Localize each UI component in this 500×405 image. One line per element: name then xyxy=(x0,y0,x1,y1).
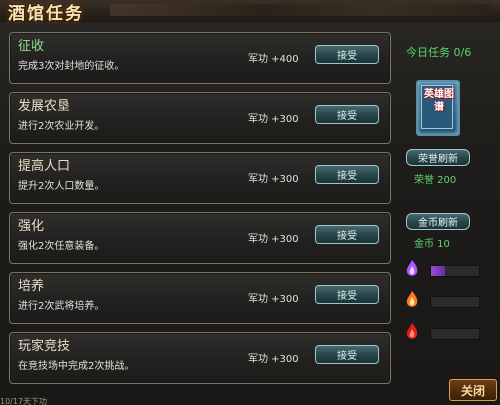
task-reward: 军功 +300 xyxy=(248,234,299,245)
task-description: 完成3次对封地的征收。 xyxy=(18,61,125,72)
hero-catalog-button[interactable]: 英雄图谱 xyxy=(416,80,460,136)
task-panel: 提高人口 提升2次人口数量。 军功 +300 接受 xyxy=(9,152,391,204)
tavern-task-window: 酒馆任务 征收 完成3次对封地的征收。 军功 +400 接受 发展农垦 进行2次… xyxy=(0,0,500,405)
task-name: 征收 xyxy=(18,39,45,54)
task-name: 玩家竞技 xyxy=(18,339,71,354)
task-description: 提升2次人口数量。 xyxy=(18,181,105,192)
task-panel: 征收 完成3次对封地的征收。 军功 +400 接受 xyxy=(9,32,391,84)
accept-button[interactable]: 接受 xyxy=(315,45,379,64)
task-name: 强化 xyxy=(18,219,45,234)
purple-resource-bar xyxy=(430,265,480,277)
honor-value: 荣誉 200 xyxy=(414,175,457,186)
task-description: 强化2次任意装备。 xyxy=(18,241,105,252)
purple-resource-fill xyxy=(431,266,446,276)
sidebar: 今日任务 0/6 英雄图谱 荣誉刷新 荣誉 200 金币刷新 金币 10 xyxy=(392,22,500,405)
orange-flame-icon xyxy=(406,291,418,307)
accept-button[interactable]: 接受 xyxy=(315,105,379,124)
task-description: 进行2次农业开发。 xyxy=(18,121,105,132)
daily-task-counter: 今日任务 0/6 xyxy=(406,46,472,59)
title-decoration xyxy=(110,4,490,16)
hero-catalog-label: 英雄图谱 xyxy=(424,89,454,113)
task-panel: 强化 强化2次任意装备。 军功 +300 接受 xyxy=(9,212,391,264)
task-description: 进行2次武将培养。 xyxy=(18,301,105,312)
gold-refresh-button[interactable]: 金币刷新 xyxy=(406,213,470,230)
purple-flame-resource xyxy=(402,258,482,280)
task-panel: 玩家竞技 在竞技场中完成2次挑战。 军功 +300 接受 xyxy=(9,332,391,384)
task-description: 在竞技场中完成2次挑战。 xyxy=(18,361,135,372)
task-name: 发展农垦 xyxy=(18,99,71,114)
status-text: 10/17天下功 xyxy=(0,397,48,405)
honor-refresh-button[interactable]: 荣誉刷新 xyxy=(406,149,470,166)
task-reward: 军功 +300 xyxy=(248,174,299,185)
window-title: 酒馆任务 xyxy=(8,4,84,24)
gold-value: 金币 10 xyxy=(414,239,450,250)
hero-catalog-icon: 英雄图谱 xyxy=(421,85,454,129)
accept-button[interactable]: 接受 xyxy=(315,285,379,304)
accept-button[interactable]: 接受 xyxy=(315,345,379,364)
title-bar: 酒馆任务 xyxy=(0,0,500,24)
accept-button[interactable]: 接受 xyxy=(315,225,379,244)
red-flame-resource xyxy=(402,321,482,343)
task-panel: 培养 进行2次武将培养。 军功 +300 接受 xyxy=(9,272,391,324)
red-resource-bar xyxy=(430,328,480,340)
purple-flame-icon xyxy=(406,260,418,276)
task-reward: 军功 +300 xyxy=(248,114,299,125)
orange-flame-resource xyxy=(402,289,482,311)
orange-resource-bar xyxy=(430,296,480,308)
red-flame-icon xyxy=(406,323,418,339)
task-reward: 军功 +400 xyxy=(248,54,299,65)
close-button[interactable]: 关闭 xyxy=(449,379,497,401)
task-reward: 军功 +300 xyxy=(248,354,299,365)
task-name: 提高人口 xyxy=(18,159,71,174)
task-panel: 发展农垦 进行2次农业开发。 军功 +300 接受 xyxy=(9,92,391,144)
accept-button[interactable]: 接受 xyxy=(315,165,379,184)
task-reward: 军功 +300 xyxy=(248,294,299,305)
task-name: 培养 xyxy=(18,279,45,294)
